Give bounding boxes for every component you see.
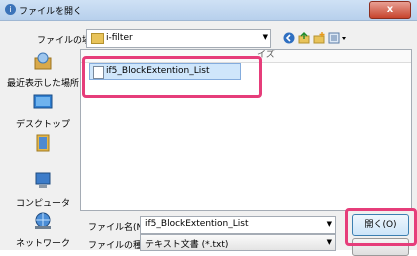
computer-icon bbox=[35, 172, 51, 188]
up-folder-icon[interactable] bbox=[298, 32, 310, 44]
chevron-down-icon[interactable]: ▼ bbox=[327, 238, 332, 246]
view-menu-icon[interactable] bbox=[328, 32, 348, 44]
network-icon bbox=[35, 212, 51, 229]
user-folder-icon bbox=[36, 134, 50, 152]
filetype-select[interactable]: テキスト文書 (*.txt) ▼ bbox=[140, 234, 336, 251]
highlight-open bbox=[345, 208, 417, 246]
filename-input[interactable] bbox=[141, 217, 315, 231]
folder-icon bbox=[91, 33, 104, 44]
location-value: i-filter bbox=[106, 33, 133, 43]
sidebar-item-recent[interactable]: 最近表示した場所 bbox=[7, 52, 79, 89]
new-folder-icon[interactable] bbox=[313, 32, 325, 44]
location-combo[interactable]: i-filter ▼ bbox=[86, 29, 271, 48]
sidebar-item-desktop[interactable]: デスクトップ bbox=[7, 93, 79, 130]
desktop-icon bbox=[33, 94, 53, 109]
sidebar-label: コンピュータ bbox=[15, 199, 70, 209]
back-icon[interactable] bbox=[283, 32, 295, 44]
recent-places-icon bbox=[34, 52, 52, 70]
filename-combo[interactable]: ▼ bbox=[140, 216, 336, 234]
sidebar-item-network[interactable]: ネットワーク bbox=[7, 212, 79, 249]
close-button[interactable]: x bbox=[369, 1, 411, 19]
sidebar-item-user[interactable] bbox=[7, 134, 79, 158]
sidebar-item-computer[interactable]: コンピュータ bbox=[7, 172, 79, 209]
dialog-app-icon: i bbox=[5, 4, 16, 15]
toolbar bbox=[283, 30, 353, 46]
open-file-dialog: i ファイルを開く x ファイルの場所(I): i-filter ▼ 最近表示し… bbox=[0, 0, 417, 256]
highlight-file bbox=[82, 56, 262, 98]
sidebar-label: ネットワーク bbox=[15, 239, 70, 249]
places-sidebar: 最近表示した場所 デスクトップ コンピュータ ネットワーク bbox=[7, 50, 79, 249]
chevron-down-icon[interactable]: ▼ bbox=[263, 33, 268, 41]
title-bar: i ファイルを開く x bbox=[0, 0, 417, 21]
chevron-down-icon[interactable]: ▼ bbox=[327, 220, 332, 228]
dialog-title: ファイルを開く bbox=[19, 7, 83, 17]
sidebar-label: 最近表示した場所 bbox=[7, 79, 80, 89]
filetype-value: テキスト文書 (*.txt) bbox=[145, 240, 229, 250]
sidebar-label: デスクトップ bbox=[15, 120, 70, 130]
